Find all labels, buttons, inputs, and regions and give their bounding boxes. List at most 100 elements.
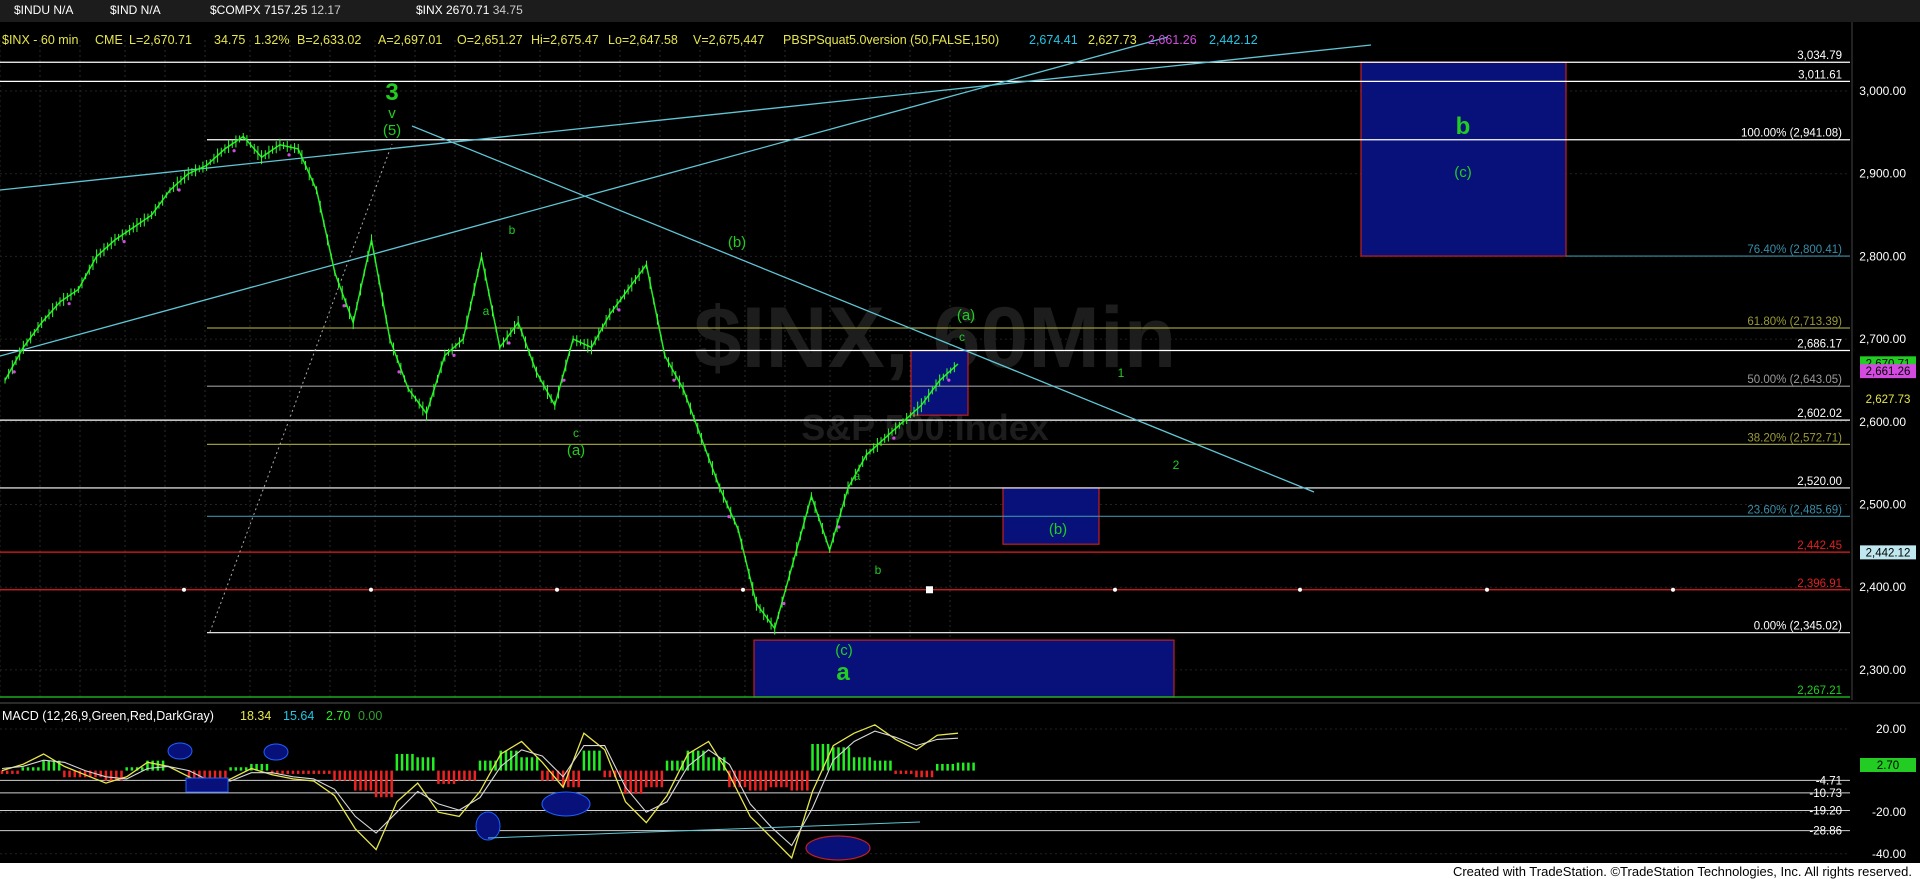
macd-level-label: -28.86 [1809,826,1842,838]
pivot-dot [397,370,401,374]
footer-credit: Created with TradeStation. ©TradeStation… [1452,864,1912,879]
pivot-dot [287,153,291,157]
header-symbol: $INX - 60 min [2,33,78,47]
header-ind-value-3: 2,661.26 [1148,33,1197,47]
time-marker [1671,587,1675,592]
level-label: 3,011.61 [1798,69,1842,81]
price-tick-label: 2,800.00 [1859,249,1906,263]
wave-label: a [483,304,490,318]
macd-tick-label: -20.00 [1872,805,1906,819]
wave-label: (5) [383,122,401,139]
macd-tick-label: 20.00 [1876,722,1906,736]
pivot-dot [67,302,71,306]
wave-label: (c) [1454,164,1472,181]
header-ind-value-1: 2,674.41 [1029,33,1078,47]
pivot-dot [507,341,511,345]
wave-label: c [573,426,579,440]
price-tick-label: 2,600.00 [1859,415,1906,429]
level-label: 2,686.17 [1797,339,1842,351]
price-tick-label: 3,000.00 [1859,84,1906,98]
level-label: 2,602.02 [1797,408,1842,420]
level-label: 100.00% (2,941.08) [1741,128,1842,140]
svg-text:MACD (12,26,9,Green,Red,DarkGr: MACD (12,26,9,Green,Red,DarkGray) 18.34 … [2,709,382,723]
macd-level-label: -10.73 [1809,788,1842,800]
wave-label: a [836,659,850,686]
macd-tick-label: -40.00 [1872,847,1906,861]
time-marker [182,587,186,592]
pivot-dot [452,353,456,357]
header-ask: A=2,697.01 [378,33,442,47]
wave-label: a [854,469,861,483]
wave-label: c [959,330,965,344]
wave-label: (b) [1049,521,1067,538]
wave-label: v [388,105,396,122]
tab-inx[interactable]: $INX 2670.71 34.75 [416,3,523,17]
pivot-dot [232,149,236,153]
level-label: 0.00% (2,345.02) [1754,621,1842,633]
pivot-dot [617,308,621,312]
macd-value-4: 0.00 [358,709,382,723]
price-tag-label: 2,627.73 [1866,394,1911,406]
chart-header: $INX - 60 min CME L=2,670.71 34.75 1.32%… [2,33,1258,47]
b-target-box [1360,61,1567,257]
footer: Created with TradeStation. ©TradeStation… [0,863,1920,879]
macd-level-label: -4.71 [1816,775,1842,787]
wave-label: (b) [728,234,746,251]
tab-indu[interactable]: $INDU N/A [14,3,73,17]
price-tick-label: 2,700.00 [1859,332,1906,346]
wave-label: (a) [567,442,585,459]
tab-compx[interactable]: $COMPX 7157.25 12.17 [210,3,341,17]
tab-ind[interactable]: $IND N/A [110,3,161,17]
pivot-dot [782,601,786,606]
price-tag-label: 2,661.26 [1866,366,1911,378]
wave-label: (a) [957,307,975,324]
header-open: O=2,651.27 [457,33,523,47]
macd-tag-label: 2.70 [1877,760,1899,772]
price-chart[interactable]: $INX, 60Min S&P 500 Index 3,034.793,011.… [0,22,1920,863]
price-tick-label: 2,900.00 [1859,167,1906,181]
macd-value-2: 15.64 [283,709,314,723]
time-marker [1485,587,1489,592]
header-high: Hi=2,675.47 [531,33,599,47]
price-tick-label: 2,300.00 [1859,663,1906,677]
pivot-dot [562,378,566,382]
wave-label: 2 [1173,458,1180,472]
pivot-dot [12,370,16,374]
level-label: 3,034.79 [1797,50,1842,62]
header-last: L=2,670.71 [129,33,192,47]
header-ind-value-4: 2,442.12 [1209,33,1258,47]
pivot-dot [727,515,731,519]
wave-label: 3 [385,79,398,106]
wave-label: 1 [1118,366,1125,380]
pivot-dot [947,378,951,382]
wave-label: b [509,223,516,237]
price-tag-label: 2,442.12 [1866,547,1911,559]
header-change: 34.75 [214,33,245,47]
time-marker [1298,587,1302,592]
level-label: 2,267.21 [1797,685,1842,697]
price-tick-label: 2,500.00 [1859,498,1906,512]
level-label: 2,520.00 [1797,476,1842,488]
pivot-dot [177,188,181,192]
level-label: 23.60% (2,485.69) [1747,504,1842,516]
macd-level-label: -19.20 [1809,806,1842,818]
level-label: 50.00% (2,643.05) [1747,374,1842,386]
time-marker-square [926,586,933,594]
time-marker [741,587,745,592]
svg-text:$INX - 60 min CME: $INX - 60 min CME L=2,670.71 34.75 1.32%… [2,33,1258,47]
pivot-dot [122,240,126,244]
header-ind-value-2: 2,627.73 [1088,33,1137,47]
level-label: 2,442.45 [1797,540,1842,552]
wave-label: b [875,563,882,577]
level-label: 38.20% (2,572.71) [1747,432,1842,444]
wave-label: b [1456,113,1471,140]
level-label: 61.80% (2,713.39) [1747,316,1842,328]
time-marker [555,587,559,592]
macd-value-1: 18.34 [240,709,271,723]
header-exchange: CME [95,33,123,47]
symbol-tabs-bar: $INDU N/A $IND N/A $COMPX 7157.25 12.17 … [0,0,1920,22]
level-label: 76.40% (2,800.41) [1747,244,1842,256]
header-bid: B=2,633.02 [297,33,361,47]
header-indicator: PBSPSquat5.0version (50,FALSE,150) [783,33,999,47]
macd-value-3: 2.70 [326,709,350,723]
